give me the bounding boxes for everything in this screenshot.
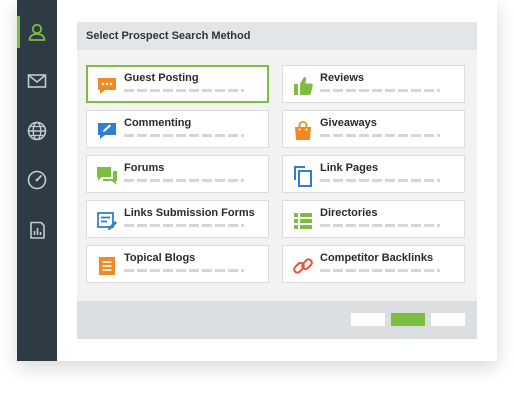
sidebar	[17, 0, 57, 361]
placeholder-text	[124, 269, 244, 272]
sidebar-item-mail[interactable]	[17, 61, 57, 101]
form-edit-icon	[97, 212, 117, 230]
forum-icon	[97, 167, 117, 185]
next-button[interactable]	[391, 313, 425, 326]
placeholder-text	[320, 179, 440, 182]
placeholder-text	[320, 89, 440, 92]
method-label: Directories	[320, 207, 378, 219]
user-icon	[28, 23, 46, 41]
method-label: Link Pages	[320, 162, 379, 174]
report-icon	[30, 221, 45, 239]
method-card-commenting[interactable]: Commenting	[86, 110, 269, 148]
sidebar-item-web[interactable]	[17, 111, 57, 151]
shopping-bag-icon	[295, 121, 311, 140]
method-card-reviews[interactable]: Reviews	[282, 65, 465, 103]
method-label: Links Submission Forms	[124, 207, 255, 219]
search-method-panel: Select Prospect Search Method Guest Post…	[77, 22, 477, 339]
method-label: Topical Blogs	[124, 252, 196, 264]
method-label: Forums	[124, 162, 165, 174]
placeholder-text	[320, 224, 440, 227]
placeholder-text	[320, 134, 440, 137]
method-label: Guest Posting	[124, 72, 199, 84]
method-label: Competitor Backlinks	[320, 252, 434, 264]
thumbs-up-icon	[294, 77, 313, 95]
method-card-link-pages[interactable]: Link Pages	[282, 155, 465, 193]
method-label: Commenting	[124, 117, 192, 129]
globe-icon	[27, 121, 47, 141]
placeholder-text	[124, 179, 244, 182]
placeholder-text	[320, 269, 440, 272]
document-icon	[99, 257, 115, 275]
method-card-giveaways[interactable]: Giveaways	[282, 110, 465, 148]
sidebar-item-speed[interactable]	[17, 160, 57, 200]
placeholder-text	[124, 89, 244, 92]
sidebar-item-reports[interactable]	[17, 210, 57, 250]
cancel-button[interactable]	[431, 313, 465, 326]
method-label: Giveaways	[320, 117, 377, 129]
method-label: Reviews	[320, 72, 365, 84]
speedometer-icon	[27, 170, 47, 190]
main-area: Select Prospect Search Method Guest Post…	[57, 0, 497, 361]
app-window: Select Prospect Search Method Guest Post…	[17, 0, 497, 361]
comment-edit-icon	[98, 123, 116, 139]
copy-pages-icon	[294, 166, 312, 187]
method-card-competitor-backlinks[interactable]: Competitor Backlinks	[282, 245, 465, 283]
panel-footer	[77, 301, 477, 339]
method-card-forums[interactable]: Forums	[86, 155, 269, 193]
method-card-directories[interactable]: Directories	[282, 200, 465, 238]
placeholder-text	[124, 134, 244, 137]
back-button[interactable]	[351, 313, 385, 326]
placeholder-text	[124, 224, 244, 227]
mail-icon	[27, 74, 47, 88]
method-card-links-submission-forms[interactable]: Links Submission Forms	[86, 200, 269, 238]
list-icon	[294, 213, 312, 229]
sidebar-item-prospects[interactable]	[17, 12, 57, 52]
method-card-topical-blogs[interactable]: Topical Blogs	[86, 245, 269, 283]
chat-bubble-icon	[98, 78, 116, 94]
panel-title: Select Prospect Search Method	[77, 22, 477, 50]
method-card-guest-posting[interactable]: Guest Posting	[86, 65, 269, 103]
link-icon	[293, 258, 313, 274]
